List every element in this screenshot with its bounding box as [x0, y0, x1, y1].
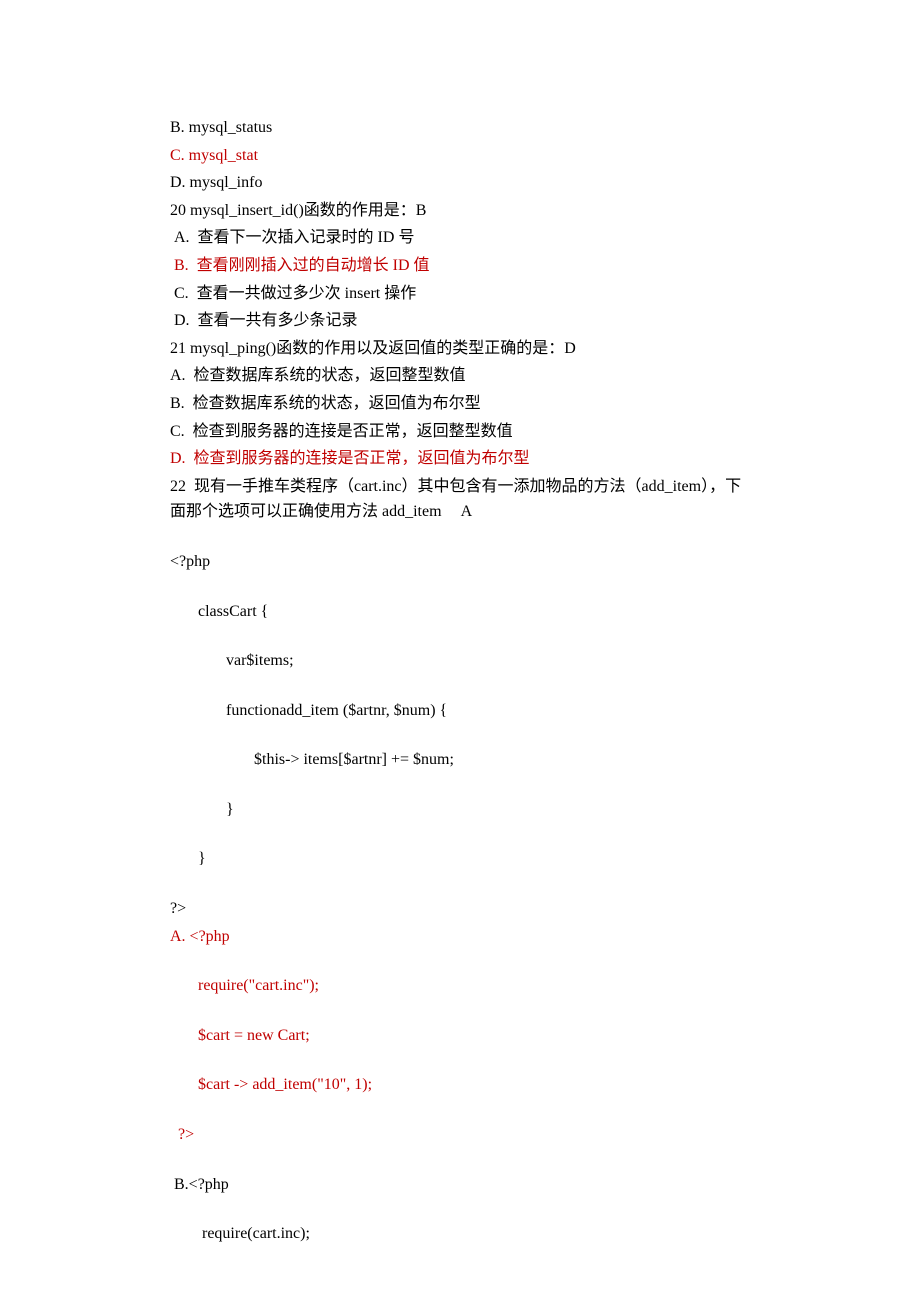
text-line: } — [170, 846, 750, 872]
text-line: } — [170, 797, 750, 823]
blank-line — [170, 775, 750, 797]
text-line: require("cart.inc"); — [170, 973, 750, 999]
text-line: 21 mysql_ping()函数的作用以及返回值的类型正确的是：D — [170, 336, 750, 362]
text-line: 20 mysql_insert_id()函数的作用是：B — [170, 198, 750, 224]
blank-line — [170, 725, 750, 747]
text-line: A. <?php — [170, 924, 750, 950]
blank-line — [170, 1050, 750, 1072]
text-line: <?php — [170, 549, 750, 575]
text-line: var$items; — [170, 648, 750, 674]
text-line: C. 检查到服务器的连接是否正常，返回整型数值 — [170, 419, 750, 445]
blank-line — [170, 577, 750, 599]
text-line: ?> — [170, 1122, 750, 1148]
text-line: D. 查看一共有多少条记录 — [170, 308, 750, 334]
blank-line — [170, 676, 750, 698]
blank-line — [170, 874, 750, 896]
blank-line — [170, 824, 750, 846]
text-line: require(cart.inc); — [170, 1221, 750, 1247]
blank-line — [170, 1001, 750, 1023]
document-page: B. mysql_statusC. mysql_statD. mysql_inf… — [0, 0, 920, 1302]
text-line: B. mysql_status — [170, 115, 750, 141]
text-line: A. 检查数据库系统的状态，返回整型数值 — [170, 363, 750, 389]
blank-line — [170, 951, 750, 973]
text-line: C. 查看一共做过多少次 insert 操作 — [170, 281, 750, 307]
text-line: functionadd_item ($artnr, $num) { — [170, 698, 750, 724]
text-line: $cart = new Cart; — [170, 1023, 750, 1049]
text-line: classCart { — [170, 599, 750, 625]
blank-line — [170, 527, 750, 549]
text-line: D. mysql_info — [170, 170, 750, 196]
text-line: D. 检查到服务器的连接是否正常，返回值为布尔型 — [170, 446, 750, 472]
text-line: A. 查看下一次插入记录时的 ID 号 — [170, 225, 750, 251]
blank-line — [170, 1150, 750, 1172]
text-line: ?> — [170, 896, 750, 922]
text-line: 22 现有一手推车类程序（cart.inc）其中包含有一添加物品的方法（add_… — [170, 474, 750, 525]
text-line: B. 查看刚刚插入过的自动增长 ID 值 — [170, 253, 750, 279]
text-line: B.<?php — [170, 1172, 750, 1198]
blank-line — [170, 1199, 750, 1221]
text-line: $cart -> add_item("10", 1); — [170, 1072, 750, 1098]
text-line: $this-> items[$artnr] += $num; — [170, 747, 750, 773]
text-line: C. mysql_stat — [170, 143, 750, 169]
text-line: B. 检查数据库系统的状态，返回值为布尔型 — [170, 391, 750, 417]
blank-line — [170, 626, 750, 648]
blank-line — [170, 1100, 750, 1122]
